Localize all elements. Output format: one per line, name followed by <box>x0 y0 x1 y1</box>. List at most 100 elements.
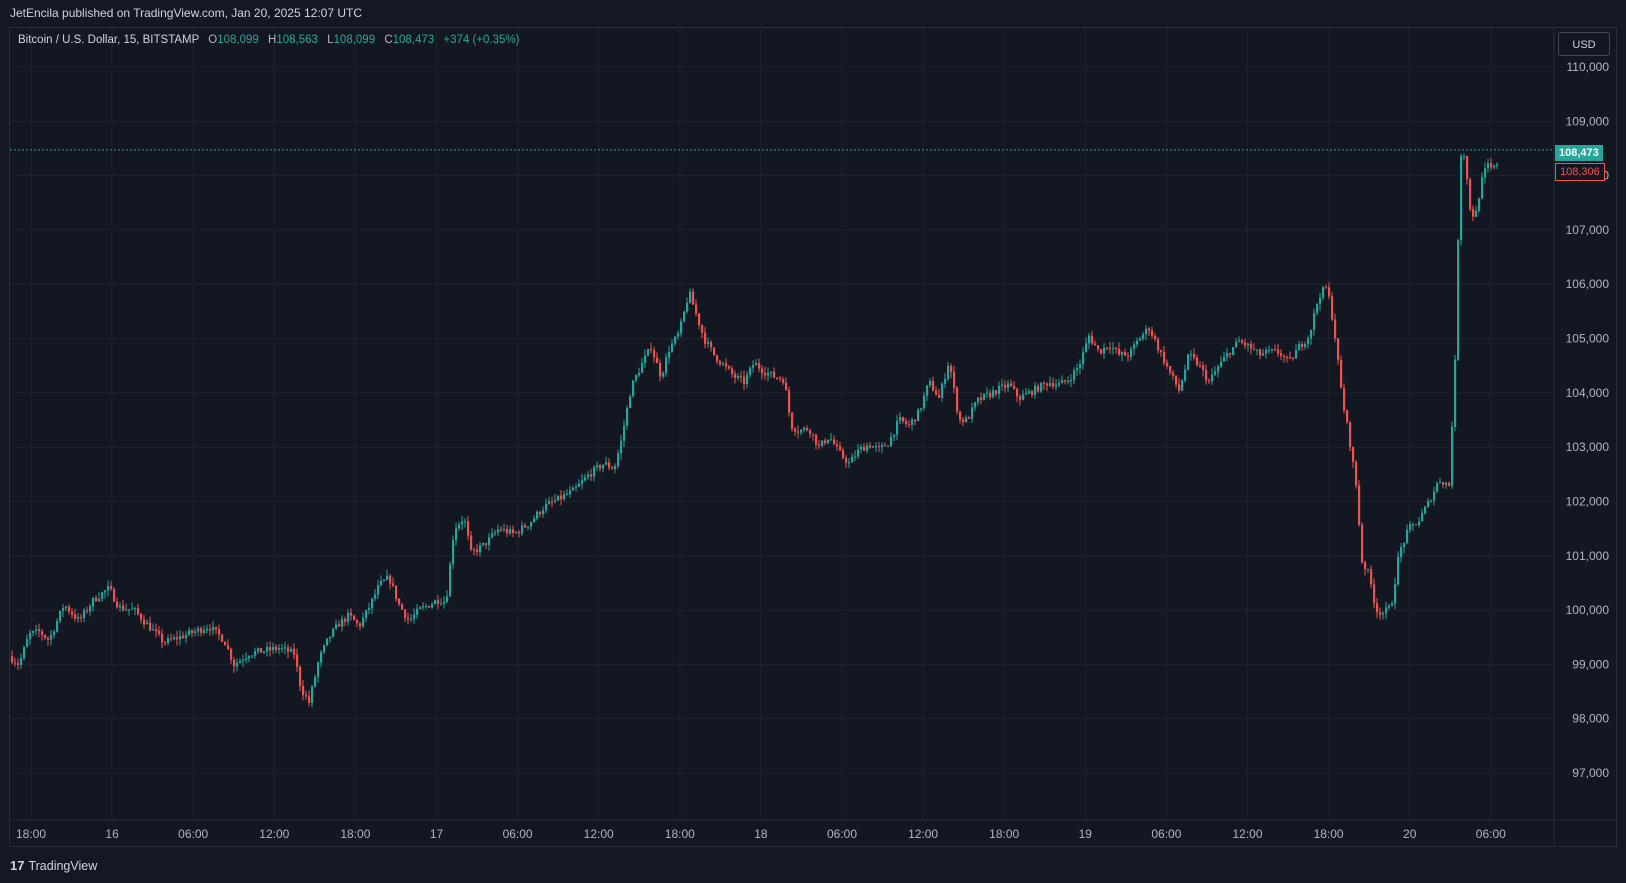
candle-body <box>284 647 287 649</box>
candle-body <box>365 609 368 618</box>
candle-body <box>1424 506 1427 514</box>
candle-body <box>281 647 284 649</box>
candle-body <box>1343 388 1346 411</box>
candle-body <box>848 462 851 464</box>
candle-body <box>245 658 248 660</box>
candle-body <box>1229 353 1232 355</box>
candle-body <box>299 666 302 687</box>
candle-body <box>1022 394 1025 400</box>
candle-body <box>944 379 947 384</box>
candle-body <box>584 477 587 481</box>
candle-body <box>716 355 719 362</box>
candle-body <box>785 382 788 391</box>
candle-body <box>1214 371 1217 375</box>
candle-body <box>842 450 845 458</box>
candle-body <box>1466 156 1469 180</box>
candle-body <box>968 417 971 419</box>
candle-body <box>1427 500 1430 507</box>
candle-body <box>38 629 41 632</box>
candle-body <box>1193 354 1196 358</box>
candlestick-chart[interactable]: 110,000109,000108,000107,000106,000105,0… <box>0 0 1626 883</box>
candle-body <box>1220 361 1223 367</box>
symbol-title[interactable]: Bitcoin / U.S. Dollar, 15, BITSTAMP <box>18 34 199 46</box>
price-tick-label: 103,000 <box>1566 440 1610 454</box>
candle-body <box>551 501 554 503</box>
candle-body <box>1451 426 1454 486</box>
candle-body <box>1364 562 1367 570</box>
candle-body <box>719 361 722 365</box>
candle-body <box>1322 287 1325 298</box>
candle-body <box>1040 382 1043 392</box>
candle-body <box>1061 380 1064 384</box>
candle-body <box>869 445 872 448</box>
candle-body <box>248 656 251 659</box>
candle-body <box>1262 353 1265 356</box>
candle-body <box>818 444 821 446</box>
candle-body <box>941 383 944 398</box>
candle-body <box>302 686 305 696</box>
candle-body <box>1403 543 1406 548</box>
candle-body <box>1217 366 1220 372</box>
candle-body <box>1154 335 1157 340</box>
candle-body <box>1070 380 1073 382</box>
candle-body <box>698 313 701 326</box>
tradingview-logo[interactable]: 17 TradingView <box>10 858 97 873</box>
candle-body <box>1148 328 1151 331</box>
time-tick-label: 18:00 <box>16 827 46 841</box>
candle-body <box>1043 382 1046 384</box>
candle-body <box>755 363 758 366</box>
candle-body <box>455 528 458 541</box>
candle-body <box>104 590 107 593</box>
currency-button[interactable]: USD <box>1558 32 1610 56</box>
candle-body <box>1052 382 1055 387</box>
candle-body <box>692 291 695 305</box>
candle-body <box>1361 524 1364 563</box>
candle-body <box>854 456 857 458</box>
candle-body <box>746 374 749 384</box>
candle-body <box>887 445 890 447</box>
candle-body <box>356 620 359 624</box>
candle-body <box>653 350 656 358</box>
candle-body <box>950 365 953 373</box>
time-tick-label: 12:00 <box>1232 827 1262 841</box>
candle-body <box>392 583 395 586</box>
candle-body <box>731 368 734 375</box>
candle-body <box>395 585 398 599</box>
candle-body <box>323 645 326 653</box>
candle-body <box>647 348 650 356</box>
candle-body <box>542 510 545 515</box>
time-tick-label: 20 <box>1403 827 1417 841</box>
candle-body <box>311 686 314 703</box>
candle-body <box>1172 372 1175 376</box>
candle-body <box>380 580 383 586</box>
candle-body <box>1292 357 1295 359</box>
candle-body <box>1325 287 1328 289</box>
candle-body <box>335 624 338 629</box>
candle-body <box>266 647 269 652</box>
candle-body <box>1145 328 1148 335</box>
candle-body <box>185 634 188 639</box>
candle-body <box>1082 352 1085 365</box>
candle-body <box>515 532 518 534</box>
candle-body <box>539 511 542 515</box>
candle-body <box>1298 343 1301 351</box>
second-price-badge: 108,306 <box>1555 163 1605 181</box>
candle-body <box>1106 347 1109 349</box>
candle-body <box>140 613 143 620</box>
candle-body <box>1091 335 1094 344</box>
candle-body <box>740 376 743 378</box>
candle-body <box>644 355 647 363</box>
candle-body <box>1067 380 1070 382</box>
candle-body <box>422 606 425 608</box>
candle-body <box>95 597 98 601</box>
candle-body <box>773 371 776 378</box>
candle-body <box>1382 613 1385 615</box>
candle-body <box>419 607 422 609</box>
open-label: O <box>208 34 218 46</box>
candle-body <box>965 417 968 422</box>
candle-body <box>1484 168 1487 178</box>
candle-body <box>254 651 257 656</box>
candle-body <box>626 408 629 426</box>
candles <box>11 153 1499 708</box>
candle-body <box>1124 352 1127 356</box>
